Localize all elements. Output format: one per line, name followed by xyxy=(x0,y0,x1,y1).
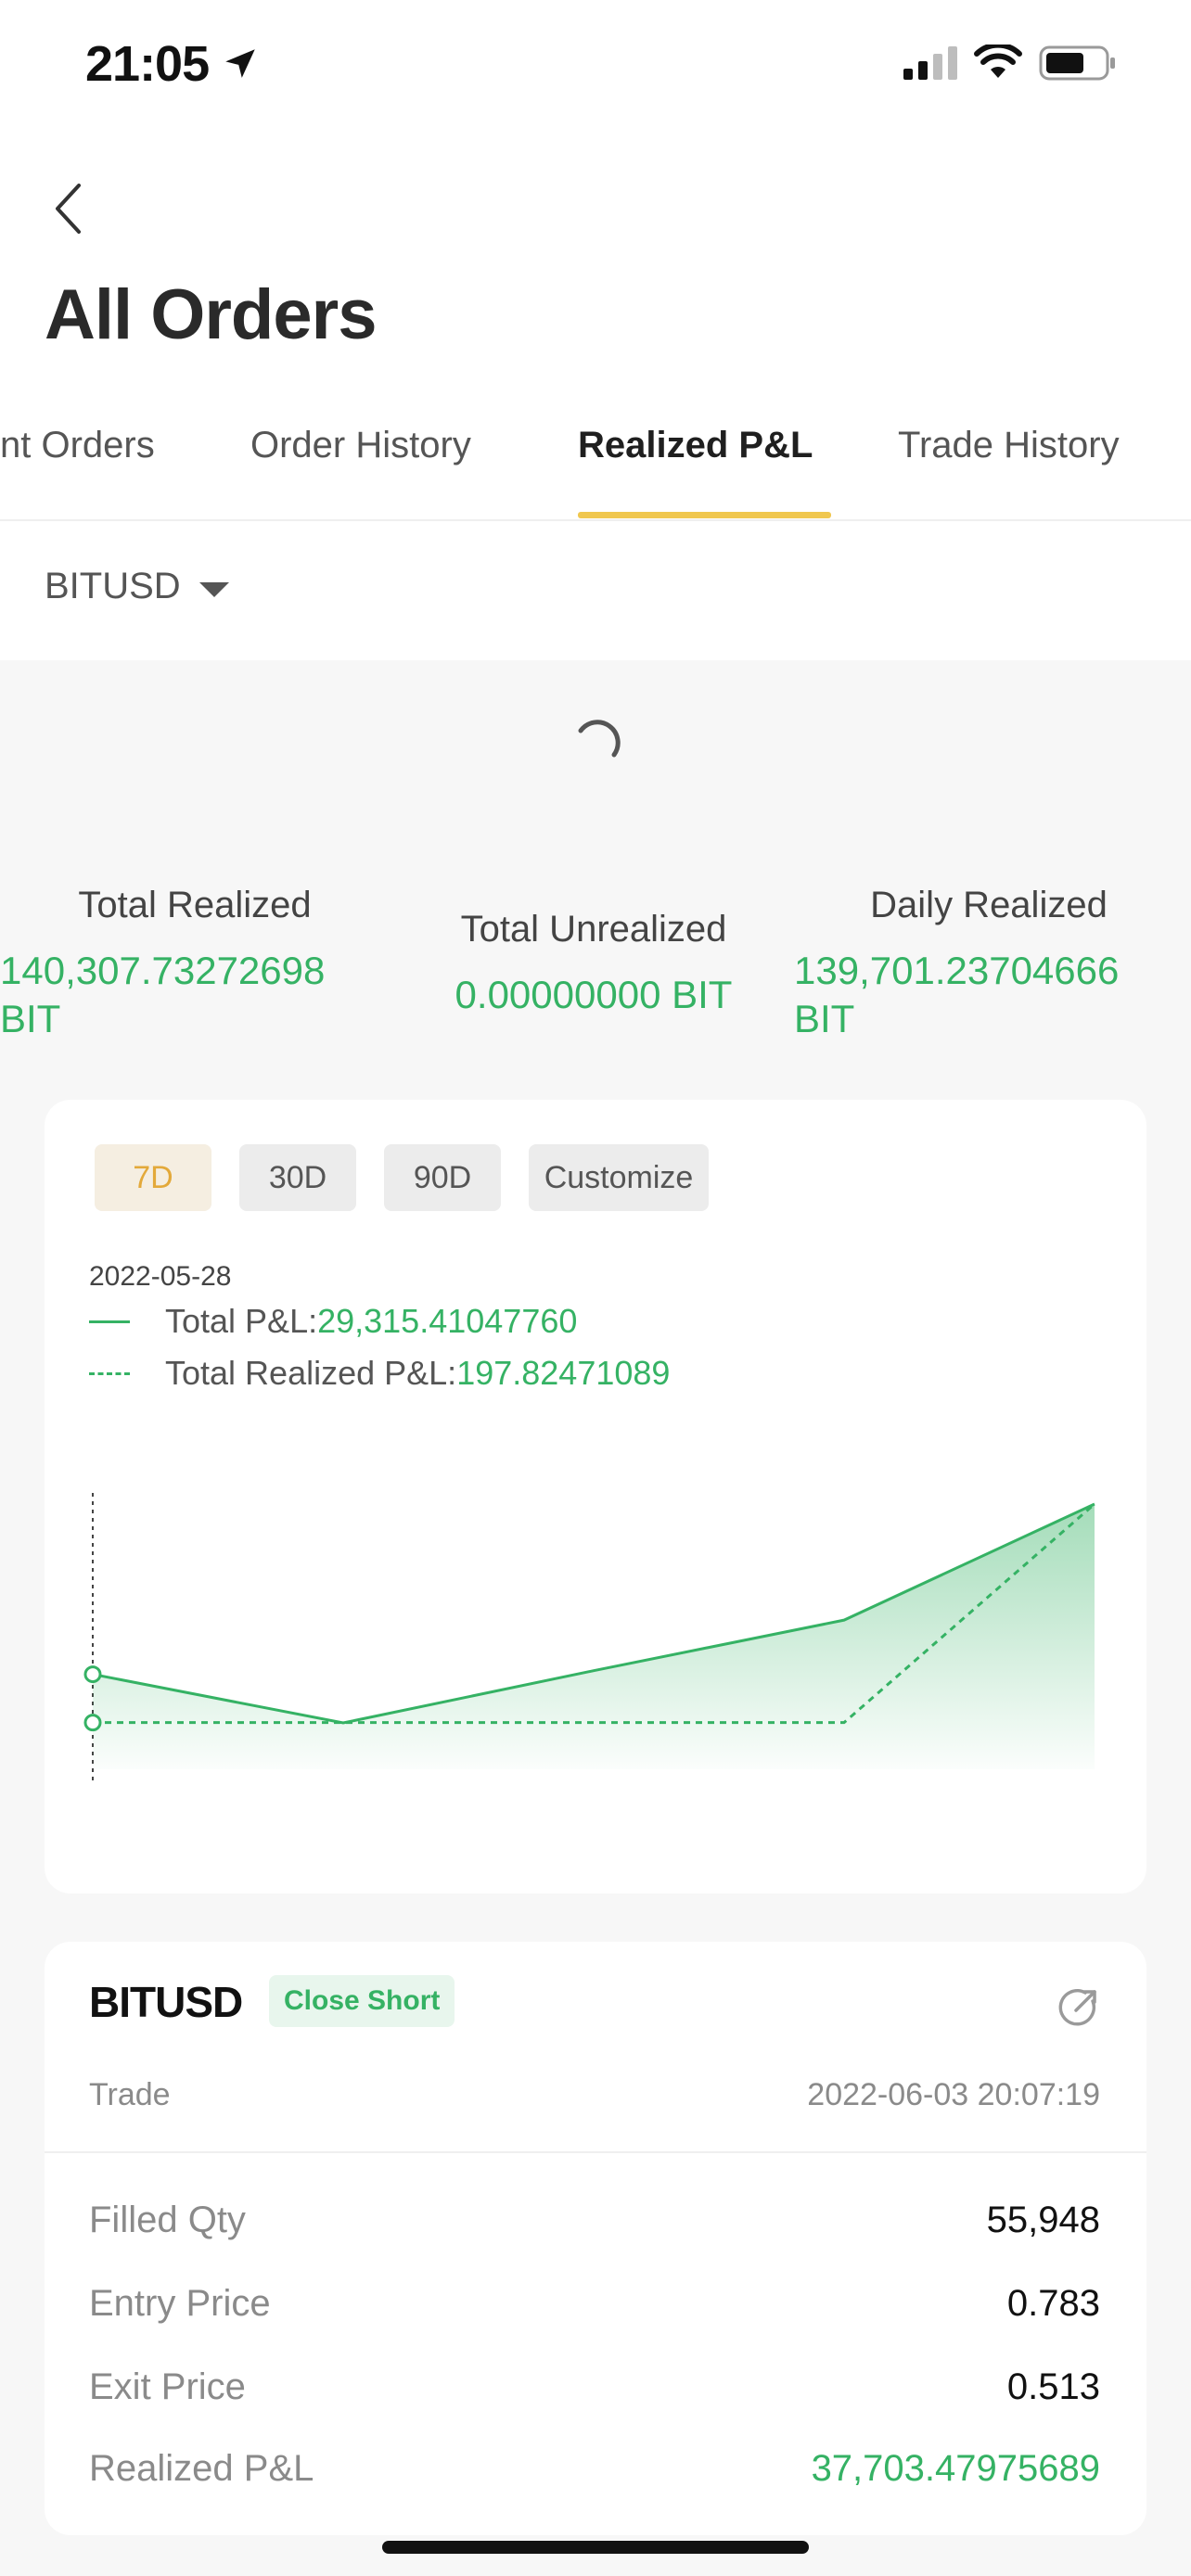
tab-trade-history[interactable]: Trade History xyxy=(898,425,1120,466)
daily-realized-amount: 139,701.23704666 xyxy=(794,949,1120,992)
point-total-realized-pnl xyxy=(83,1714,102,1732)
daily-realized-unit: BIT xyxy=(794,997,855,1040)
legend-total-realized-pnl-value: 197.82471089 xyxy=(456,1354,671,1392)
back-button[interactable] xyxy=(45,176,91,241)
total-realized-value: 140,307.73272698 BIT xyxy=(0,947,390,1043)
wifi-icon xyxy=(974,45,1022,78)
total-unrealized-block: Total Unrealized 0.00000000 BIT xyxy=(408,909,779,1019)
legend-total-pnl-label: Total P&L: xyxy=(165,1302,318,1340)
order-type: Trade xyxy=(89,2077,171,2112)
tab-order-history[interactable]: Order History xyxy=(250,425,471,466)
range-30d-button[interactable]: 30D xyxy=(239,1144,356,1211)
total-realized-block: Total Realized 140,307.73272698 BIT xyxy=(0,885,390,1043)
location-arrow-icon xyxy=(225,49,255,78)
realized-pnl-value: 37,703.47975689 xyxy=(811,2448,1100,2489)
tab-realized-pnl[interactable]: Realized P&L xyxy=(578,425,813,466)
exit-price-value: 0.513 xyxy=(1006,2366,1100,2407)
order-side-badge: Close Short xyxy=(269,1975,455,2027)
caret-down-icon xyxy=(198,581,229,597)
symbol-selector[interactable]: BITUSD xyxy=(45,566,229,607)
solid-line-swatch xyxy=(89,1320,130,1323)
range-customize-button[interactable]: Customize xyxy=(529,1144,709,1211)
exit-price-label: Exit Price xyxy=(89,2366,246,2407)
order-tabs: nt Orders Order History Realized P&L Tra… xyxy=(0,408,1191,521)
symbol-selector-label: BITUSD xyxy=(45,566,181,606)
range-90d-button[interactable]: 90D xyxy=(384,1144,501,1211)
daily-realized-block: Daily Realized 139,701.23704666 BIT xyxy=(794,885,1184,1043)
loading-spinner-icon xyxy=(578,720,621,758)
dashed-line-swatch xyxy=(89,1371,130,1375)
tab-open-orders[interactable]: nt Orders xyxy=(0,425,155,466)
battery-icon xyxy=(1039,45,1115,81)
filled-qty-value: 55,948 xyxy=(986,2200,1100,2240)
status-bar: 21:05 xyxy=(0,0,1191,130)
chart-date: 2022-05-28 xyxy=(89,1261,232,1292)
point-total-pnl xyxy=(83,1665,102,1684)
total-unrealized-label: Total Unrealized xyxy=(460,909,727,950)
home-indicator xyxy=(382,2541,809,2554)
total-realized-amount: 140,307.73272698 xyxy=(0,949,326,992)
divider xyxy=(45,2151,1146,2153)
share-icon[interactable] xyxy=(1057,1986,1100,2029)
entry-price-value: 0.783 xyxy=(1006,2283,1100,2324)
active-tab-indicator xyxy=(578,512,831,518)
legend-total-pnl: Total P&L: 29,315.41047760 xyxy=(89,1302,577,1341)
cellular-signal-icon xyxy=(903,46,957,80)
daily-realized-value: 139,701.23704666 BIT xyxy=(794,947,1184,1043)
order-symbol: BITUSD xyxy=(89,1978,243,2026)
status-time: 21:05 xyxy=(85,36,210,92)
entry-price-label: Entry Price xyxy=(89,2283,271,2324)
daily-realized-label: Daily Realized xyxy=(870,885,1108,925)
total-unrealized-value: 0.00000000 BIT xyxy=(455,973,733,1016)
total-realized-unit: BIT xyxy=(0,997,61,1040)
filled-qty-label: Filled Qty xyxy=(89,2200,246,2240)
range-7d-button[interactable]: 7D xyxy=(95,1144,211,1211)
legend-total-realized-pnl-label: Total Realized P&L: xyxy=(165,1354,457,1392)
status-icons xyxy=(903,45,1117,82)
realized-pnl-label: Realized P&L xyxy=(89,2448,314,2489)
legend-total-pnl-value: 29,315.41047760 xyxy=(317,1302,578,1340)
pnl-chart[interactable] xyxy=(45,1465,1146,1799)
chevron-left-icon xyxy=(56,184,81,234)
legend-total-realized-pnl: Total Realized P&L: 197.82471089 xyxy=(89,1354,670,1393)
total-realized-label: Total Realized xyxy=(78,885,312,925)
page-title: All Orders xyxy=(45,275,377,354)
order-time: 2022-06-03 20:07:19 xyxy=(807,2077,1100,2112)
